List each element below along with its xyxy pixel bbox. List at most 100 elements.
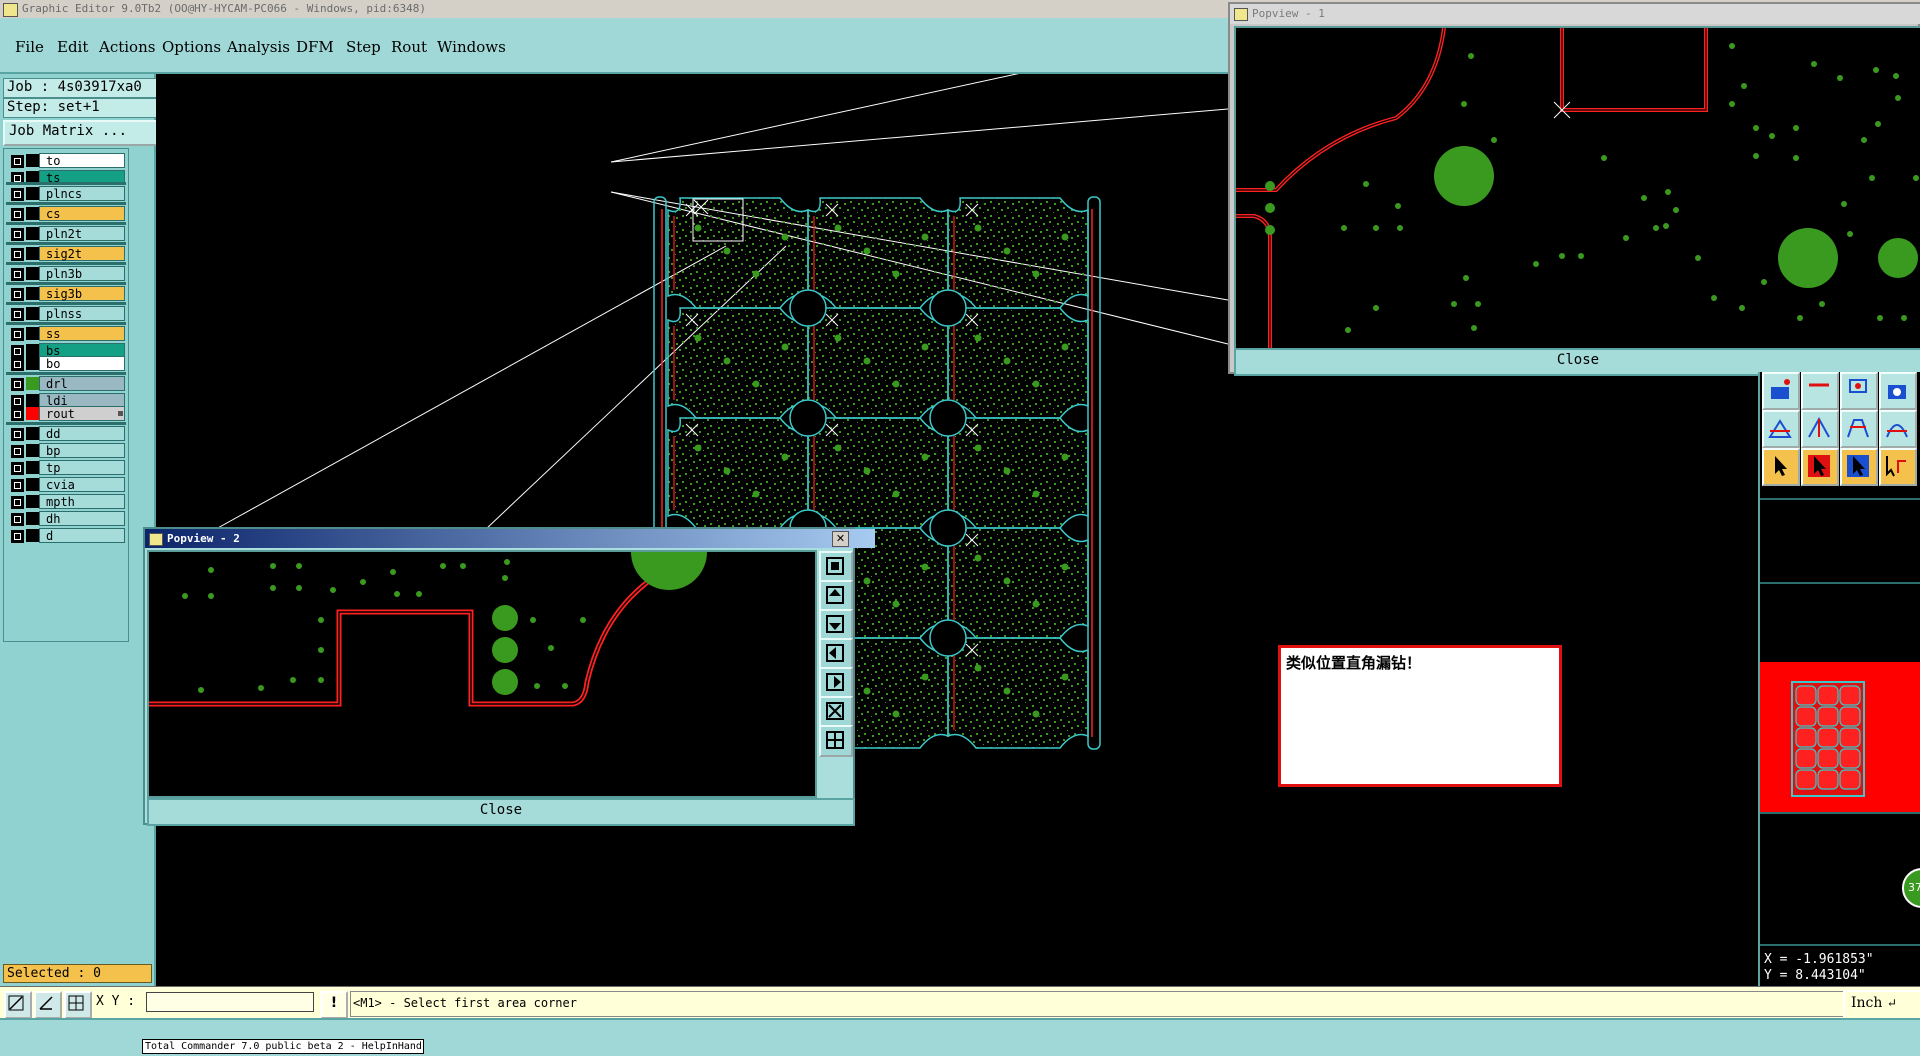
layer-name[interactable]: bp <box>39 443 125 458</box>
layer-name[interactable]: plnss <box>39 306 125 321</box>
layer-feature-icon[interactable] <box>1762 372 1800 410</box>
layer-name[interactable]: d <box>39 528 125 543</box>
layer-row-plnss[interactable]: plnss <box>6 306 126 321</box>
layer-name[interactable]: tp <box>39 460 125 475</box>
layer-checkbox[interactable] <box>11 479 24 492</box>
notification-badge[interactable]: 37 <box>1902 868 1920 908</box>
close-icon[interactable]: ✕ <box>832 531 849 547</box>
layer-name[interactable]: pln3b <box>39 266 125 281</box>
layer-checkbox[interactable] <box>11 188 24 201</box>
layer-name[interactable]: plncs <box>39 186 125 201</box>
layer-row-tp[interactable]: tp <box>6 460 126 475</box>
select-pointer-icon[interactable] <box>1762 448 1800 486</box>
select-red-pointer-icon[interactable] <box>1801 448 1839 486</box>
layer-name[interactable]: dd <box>39 426 125 441</box>
layer-row-rout[interactable]: rout <box>6 406 126 421</box>
layer-checkbox[interactable] <box>11 462 24 475</box>
layer-name[interactable]: pln2t <box>39 226 125 241</box>
layer-checkbox[interactable] <box>11 328 24 341</box>
popview-1-title-bar[interactable]: Popview - 1 <box>1230 4 1920 24</box>
layer-name[interactable]: dh <box>39 511 125 526</box>
layer-checkbox[interactable] <box>11 208 24 221</box>
pan-left-icon[interactable] <box>819 638 853 670</box>
layer-row-cvia[interactable]: cvia <box>6 477 126 492</box>
grid-snap-icon[interactable] <box>64 991 92 1019</box>
snap-icon[interactable] <box>4 991 32 1019</box>
layer-row-d[interactable]: d <box>6 528 126 543</box>
pan-up-icon[interactable] <box>819 580 853 612</box>
layer-row-pln3b[interactable]: pln3b <box>6 266 126 281</box>
layer-name[interactable]: to <box>39 153 125 168</box>
layer-name[interactable]: cs <box>39 206 125 221</box>
layer-name[interactable]: drl <box>39 376 125 391</box>
popview-2-title-bar[interactable]: Popview - 2 <box>145 529 875 548</box>
pan-down-icon[interactable] <box>819 609 853 641</box>
layer-checkbox[interactable] <box>11 268 24 281</box>
layer-checkbox[interactable] <box>11 513 24 526</box>
layer-checkbox[interactable] <box>11 248 24 261</box>
line-tool-icon[interactable] <box>1801 372 1839 410</box>
menu-dfm[interactable]: DFM <box>296 38 334 56</box>
layer-row-drl[interactable]: drl <box>6 376 126 391</box>
pad-tool-icon[interactable] <box>1840 372 1878 410</box>
layer-row-mpth[interactable]: mpth <box>6 494 126 509</box>
menu-step[interactable]: Step <box>346 38 381 56</box>
job-matrix-button[interactable]: Job Matrix ... <box>3 120 160 146</box>
layer-row-cs[interactable]: cs <box>6 206 126 221</box>
route-pointer-icon[interactable] <box>1879 448 1917 486</box>
layer-name[interactable]: rout <box>39 406 125 421</box>
layer-checkbox[interactable] <box>11 155 24 168</box>
layer-row-ss[interactable]: ss <box>6 326 126 341</box>
measure-tool-icon[interactable] <box>1879 410 1917 448</box>
layer-row-pln2t[interactable]: pln2t <box>6 226 126 241</box>
popview-2-close-button[interactable]: Close <box>147 798 855 826</box>
layer-row-sig3b[interactable]: sig3b <box>6 286 126 301</box>
menu-actions[interactable]: Actions <box>99 38 155 56</box>
arc-tool-icon[interactable] <box>1801 410 1839 448</box>
layer-checkbox[interactable] <box>11 308 24 321</box>
layer-row-dd[interactable]: dd <box>6 426 126 441</box>
zoom-in-icon[interactable] <box>819 696 853 728</box>
layer-checkbox[interactable] <box>11 408 24 421</box>
menu-options[interactable]: Options <box>162 38 221 56</box>
navigation-minimap[interactable] <box>1760 662 1920 812</box>
layer-name[interactable]: sig2t <box>39 246 125 261</box>
menu-edit[interactable]: Edit <box>57 38 88 56</box>
popview-2-view[interactable] <box>147 550 817 798</box>
camera-icon[interactable] <box>1879 372 1917 410</box>
select-blue-pointer-icon[interactable] <box>1840 448 1878 486</box>
layer-checkbox[interactable] <box>11 496 24 509</box>
menu-windows[interactable]: Windows <box>437 38 506 56</box>
layer-row-bp[interactable]: bp <box>6 443 126 458</box>
triangle-tool-icon[interactable] <box>1762 410 1800 448</box>
layer-name[interactable]: bo <box>39 356 125 371</box>
layer-name[interactable]: ss <box>39 326 125 341</box>
alert-icon[interactable]: ! <box>320 991 348 1019</box>
layer-name[interactable]: sig3b <box>39 286 125 301</box>
menu-rout[interactable]: Rout <box>391 38 427 56</box>
layer-checkbox[interactable] <box>11 358 24 371</box>
layer-checkbox[interactable] <box>11 378 24 391</box>
unit-selector[interactable]: Inch ↵ <box>1843 990 1920 1020</box>
zoom-area-icon[interactable] <box>819 551 853 583</box>
layer-row-sig2t[interactable]: sig2t <box>6 246 126 261</box>
zoom-out-icon[interactable] <box>819 725 853 757</box>
layer-row-plncs[interactable]: plncs <box>6 186 126 201</box>
layer-row-to[interactable]: to <box>6 153 126 168</box>
layer-checkbox[interactable] <box>11 530 24 543</box>
angle-snap-icon[interactable] <box>34 991 62 1019</box>
menu-analysis[interactable]: Analysis <box>227 38 290 56</box>
pan-right-icon[interactable] <box>819 667 853 699</box>
popview-1-view[interactable] <box>1234 26 1920 350</box>
layer-checkbox[interactable] <box>11 428 24 441</box>
layer-checkbox[interactable] <box>11 288 24 301</box>
menu-file[interactable]: File <box>15 38 44 56</box>
layer-checkbox[interactable] <box>11 228 24 241</box>
xy-coordinate-input[interactable] <box>146 992 314 1012</box>
layer-row-bo[interactable]: bo <box>6 356 126 371</box>
layer-name[interactable]: mpth <box>39 494 125 509</box>
layer-checkbox[interactable] <box>11 445 24 458</box>
layer-name[interactable]: cvia <box>39 477 125 492</box>
layer-row-dh[interactable]: dh <box>6 511 126 526</box>
surface-tool-icon[interactable] <box>1840 410 1878 448</box>
